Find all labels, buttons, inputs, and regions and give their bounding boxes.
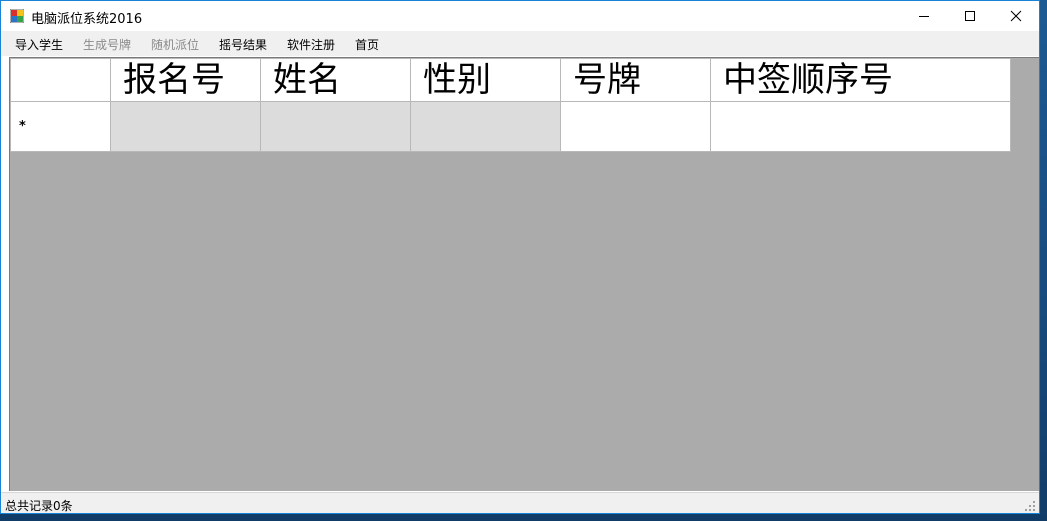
- maximize-icon: [965, 11, 975, 21]
- cell-name[interactable]: [260, 101, 411, 152]
- menu-home[interactable]: 首页: [355, 36, 379, 53]
- column-header-registration-no[interactable]: 报名号: [110, 58, 261, 102]
- cell-registration-no[interactable]: [110, 101, 261, 152]
- menu-bar: 导入学生 生成号牌 随机派位 摇号结果 软件注册 首页: [1, 31, 1039, 56]
- grid-header-row: 报名号 姓名 性别 号牌 中签顺序号: [10, 58, 1011, 102]
- grid-table: 报名号 姓名 性别 号牌 中签顺序号 *: [10, 58, 1011, 152]
- table-row-new: *: [10, 101, 1011, 152]
- cell-draw-order[interactable]: [710, 101, 1011, 152]
- cell-gender[interactable]: [410, 101, 561, 152]
- maximize-button[interactable]: [947, 1, 993, 31]
- app-icon: [10, 9, 24, 23]
- close-button[interactable]: [993, 1, 1039, 31]
- column-header-name[interactable]: 姓名: [260, 58, 411, 102]
- grid-corner-header[interactable]: [10, 58, 111, 102]
- column-header-tag-number[interactable]: 号牌: [560, 58, 711, 102]
- close-icon: [1010, 10, 1022, 22]
- minimize-button[interactable]: [901, 1, 947, 31]
- column-header-gender[interactable]: 性别: [410, 58, 561, 102]
- menu-generate-tags[interactable]: 生成号牌: [83, 36, 131, 53]
- main-window: 电脑派位系统2016 导入学生 生成号牌 随机派位 摇号结果 软件注册 首页 报…: [0, 0, 1040, 514]
- cell-tag-number[interactable]: [560, 101, 711, 152]
- title-bar[interactable]: 电脑派位系统2016: [1, 1, 1039, 31]
- column-header-draw-order[interactable]: 中签顺序号: [710, 58, 1011, 102]
- minimize-icon: [919, 16, 929, 17]
- status-record-count: 总共记录0条: [5, 499, 73, 513]
- status-bar: 总共记录0条: [1, 492, 1039, 513]
- menu-random-assign[interactable]: 随机派位: [151, 36, 199, 53]
- menu-software-register[interactable]: 软件注册: [287, 36, 335, 53]
- row-header-new-marker[interactable]: *: [10, 101, 111, 152]
- menu-import-students[interactable]: 导入学生: [15, 36, 63, 53]
- data-grid[interactable]: 报名号 姓名 性别 号牌 中签顺序号 *: [9, 57, 1039, 491]
- resize-grip-icon[interactable]: [1024, 500, 1036, 512]
- window-title: 电脑派位系统2016: [31, 12, 143, 27]
- menu-lottery-results[interactable]: 摇号结果: [219, 36, 267, 53]
